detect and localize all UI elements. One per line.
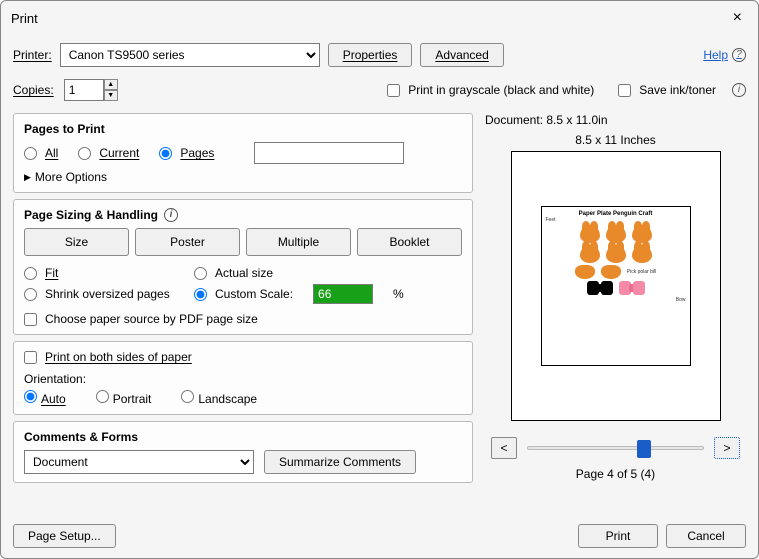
advanced-button[interactable]: Advanced bbox=[420, 43, 503, 67]
print-button[interactable]: Print bbox=[578, 524, 658, 548]
grayscale-checkbox[interactable]: Print in grayscale (black and white) bbox=[387, 83, 594, 97]
preview-frame: Paper Plate Penguin Craft Feet Pick pola… bbox=[511, 151, 721, 421]
radio-portrait[interactable]: Portrait bbox=[96, 390, 152, 406]
slider-thumb[interactable] bbox=[637, 440, 651, 458]
radio-actual[interactable]: Actual size bbox=[194, 266, 273, 280]
close-icon[interactable]: × bbox=[727, 7, 748, 29]
pages-to-print-title: Pages to Print bbox=[24, 122, 462, 136]
both-sides-checkbox[interactable]: Print on both sides of paper bbox=[24, 350, 462, 364]
preview-column: Document: 8.5 x 11.0in 8.5 x 11 Inches P… bbox=[485, 113, 746, 506]
titlebar: Print × bbox=[1, 1, 758, 35]
pages-input[interactable] bbox=[254, 142, 404, 164]
custom-scale-input[interactable] bbox=[313, 284, 373, 304]
comments-title: Comments & Forms bbox=[24, 430, 462, 444]
help-link[interactable]: Help ? bbox=[703, 48, 746, 62]
sizing-info-icon[interactable]: i bbox=[164, 208, 178, 222]
paper-size-label: 8.5 x 11 Inches bbox=[485, 133, 746, 147]
poster-tab[interactable]: Poster bbox=[135, 228, 240, 256]
copies-label: Copies: bbox=[13, 83, 54, 97]
preview-page: Paper Plate Penguin Craft Feet Pick pola… bbox=[541, 206, 691, 366]
radio-shrink[interactable]: Shrink oversized pages bbox=[24, 287, 174, 301]
radio-pages[interactable]: Pages bbox=[159, 146, 214, 160]
summarize-comments-button[interactable]: Summarize Comments bbox=[264, 450, 416, 474]
comments-select[interactable]: Document bbox=[24, 450, 254, 474]
copies-up[interactable]: ▲ bbox=[104, 79, 118, 90]
multiple-tab[interactable]: Multiple bbox=[246, 228, 351, 256]
radio-current[interactable]: Current bbox=[78, 146, 139, 160]
page-setup-button[interactable]: Page Setup... bbox=[13, 524, 116, 548]
document-dimensions: Document: 8.5 x 11.0in bbox=[485, 113, 746, 127]
pages-to-print-panel: Pages to Print All Current Pages ▶ More … bbox=[13, 113, 473, 193]
properties-button[interactable]: Properties bbox=[328, 43, 413, 67]
cancel-button[interactable]: Cancel bbox=[666, 524, 746, 548]
print-dialog: Print × Printer: Canon TS9500 series Pro… bbox=[0, 0, 759, 559]
saveink-checkbox[interactable]: Save ink/toner bbox=[618, 83, 716, 97]
radio-fit[interactable]: Fit bbox=[24, 266, 174, 280]
radio-custom[interactable]: Custom Scale: bbox=[194, 287, 293, 301]
copies-input[interactable] bbox=[64, 79, 104, 101]
saveink-info-icon[interactable]: i bbox=[732, 83, 746, 97]
radio-all[interactable]: All bbox=[24, 146, 58, 160]
radio-landscape[interactable]: Landscape bbox=[181, 390, 257, 406]
next-page-button[interactable]: > bbox=[714, 437, 740, 459]
printer-select[interactable]: Canon TS9500 series bbox=[60, 43, 320, 67]
booklet-tab[interactable]: Booklet bbox=[357, 228, 462, 256]
chevron-right-icon: ▶ bbox=[24, 172, 31, 183]
page-indicator: Page 4 of 5 (4) bbox=[485, 467, 746, 481]
copies-down[interactable]: ▼ bbox=[104, 90, 118, 101]
page-slider[interactable] bbox=[527, 446, 704, 450]
comments-panel: Comments & Forms Document Summarize Comm… bbox=[13, 421, 473, 483]
more-options[interactable]: ▶ More Options bbox=[24, 170, 462, 184]
printer-label: Printer: bbox=[13, 48, 52, 62]
size-tab[interactable]: Size bbox=[24, 228, 129, 256]
prev-page-button[interactable]: < bbox=[491, 437, 517, 459]
sizing-panel: Page Sizing & Handling i Size Poster Mul… bbox=[13, 199, 473, 335]
orientation-label: Orientation: bbox=[24, 372, 462, 386]
sizing-title: Page Sizing & Handling bbox=[24, 208, 158, 222]
dialog-title: Print bbox=[11, 11, 38, 26]
paper-source-checkbox[interactable]: Choose paper source by PDF page size bbox=[24, 312, 462, 326]
radio-auto[interactable]: Auto bbox=[24, 390, 66, 406]
help-icon: ? bbox=[732, 48, 746, 62]
duplex-orientation-panel: Print on both sides of paper Orientation… bbox=[13, 341, 473, 415]
